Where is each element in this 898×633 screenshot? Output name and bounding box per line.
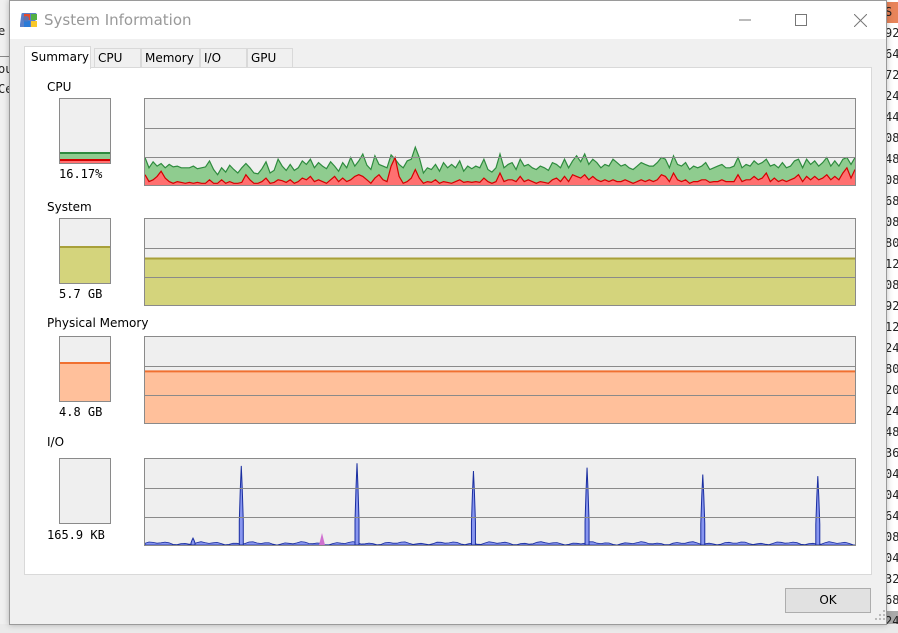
- background-cell: 20: [886, 383, 898, 397]
- tab-io[interactable]: I/O: [200, 48, 247, 68]
- maximize-button[interactable]: [778, 1, 824, 39]
- background-cell: 68: [886, 194, 898, 208]
- background-cell: 04: [886, 551, 898, 565]
- io-rate-value: 165.9 KB: [47, 528, 105, 542]
- background-cell: 92: [886, 26, 898, 40]
- tab-memory[interactable]: Memory: [141, 48, 200, 68]
- io-spike: [354, 463, 360, 545]
- graph-gridline: [145, 488, 855, 489]
- io-spike: [815, 476, 821, 545]
- physical-memory-meter-line: [60, 362, 110, 364]
- tab-cpu[interactable]: CPU: [94, 48, 141, 68]
- background-cell: 04: [886, 467, 898, 481]
- background-cell: 24: [886, 341, 898, 355]
- io-meter: [59, 458, 111, 524]
- cpu-usage-value: 16.17%: [59, 167, 103, 181]
- physical-memory-history-chart: [145, 370, 855, 423]
- physical-memory-meter: [59, 336, 111, 402]
- system-meter-fill: [60, 247, 110, 283]
- physical-memory-section-label: Physical Memory: [47, 316, 149, 330]
- graph-gridline: [145, 517, 855, 518]
- system-meter-line: [60, 246, 110, 248]
- background-cell: 08: [886, 131, 898, 145]
- system-commit-value: 5.7 GB: [59, 287, 103, 301]
- cpu-meter-kernel-line: [60, 159, 110, 161]
- system-area: [145, 258, 855, 305]
- io-spike: [238, 465, 244, 545]
- cpu-section-label: CPU: [47, 80, 72, 94]
- graph-gridline: [145, 395, 855, 396]
- background-cell: 08: [886, 215, 898, 229]
- physical-memory-meter-fill: [60, 363, 110, 401]
- system-commit-meter: [59, 218, 111, 284]
- close-icon: [853, 13, 867, 27]
- background-cell: 48: [886, 152, 898, 166]
- background-cell: 12: [886, 257, 898, 271]
- background-cell: 44: [886, 110, 898, 124]
- tab-gpu[interactable]: GPU: [247, 48, 293, 68]
- background-cell: 80: [886, 362, 898, 376]
- io-history-chart: [145, 463, 855, 545]
- background-cell: 72: [886, 68, 898, 82]
- io-section-label: I/O: [47, 435, 65, 449]
- io-other-bump: [319, 533, 325, 545]
- ok-button[interactable]: OK: [785, 588, 871, 613]
- summary-panel: CPU 16.17% System 5.7 GB Physical Memory: [24, 67, 872, 575]
- background-cell: 24: [886, 404, 898, 418]
- cpu-usage-meter: [59, 98, 111, 164]
- background-cell: 08: [886, 530, 898, 544]
- io-baseline-area: [145, 541, 855, 545]
- system-history-graph: [144, 218, 856, 306]
- io-spike: [190, 536, 196, 545]
- system-section-label: System: [47, 200, 92, 214]
- background-cell: 80: [886, 236, 898, 250]
- io-history-graph: [144, 458, 856, 546]
- io-spike: [700, 474, 706, 545]
- background-cell: 04: [886, 488, 898, 502]
- background-window-right: S 92 64 72 24 44 08 48 08 68 08 80 12 08 92 12 24 80 20 24 4…: [886, 0, 898, 633]
- background-cell: 48: [886, 425, 898, 439]
- physical-memory-value: 4.8 GB: [59, 405, 103, 419]
- windows-app-icon: [20, 13, 37, 27]
- graph-gridline: [145, 366, 855, 367]
- background-cell: 24: [886, 89, 898, 103]
- io-spike: [584, 467, 590, 545]
- background-cell: 92: [886, 299, 898, 313]
- background-taskbar-edge: [0, 624, 898, 633]
- cpu-history-chart: [145, 145, 855, 185]
- window-title: System Information: [44, 11, 192, 29]
- background-cell: 68: [886, 593, 898, 607]
- graph-gridline: [145, 248, 855, 249]
- background-cell: 36: [886, 446, 898, 460]
- close-button[interactable]: [837, 1, 883, 39]
- title-bar[interactable]: System Information: [10, 1, 886, 39]
- physical-memory-area: [145, 371, 855, 423]
- background-cell: 12: [886, 320, 898, 334]
- background-cell: S: [886, 2, 898, 23]
- graph-gridline: [145, 277, 855, 278]
- system-information-dialog: System Information Summary CPU Memory I/…: [9, 0, 887, 625]
- background-cell: 64: [886, 47, 898, 61]
- background-cell: 08: [886, 173, 898, 187]
- io-spike: [470, 471, 476, 545]
- cpu-meter-total-line: [60, 152, 110, 154]
- cpu-history-graph: [144, 98, 856, 186]
- system-history-chart: [145, 257, 855, 305]
- tab-summary[interactable]: Summary: [24, 46, 91, 69]
- graph-gridline: [145, 157, 855, 158]
- resize-grip-icon[interactable]: [874, 609, 886, 621]
- background-text: e: [0, 24, 6, 38]
- minimize-button[interactable]: [722, 1, 768, 39]
- background-cell: 32: [886, 572, 898, 586]
- physical-memory-history-graph: [144, 336, 856, 424]
- minimize-icon: [739, 19, 751, 21]
- maximize-icon: [795, 14, 807, 26]
- background-cell: 08: [886, 278, 898, 292]
- background-cell: 64: [886, 509, 898, 523]
- graph-gridline: [145, 128, 855, 129]
